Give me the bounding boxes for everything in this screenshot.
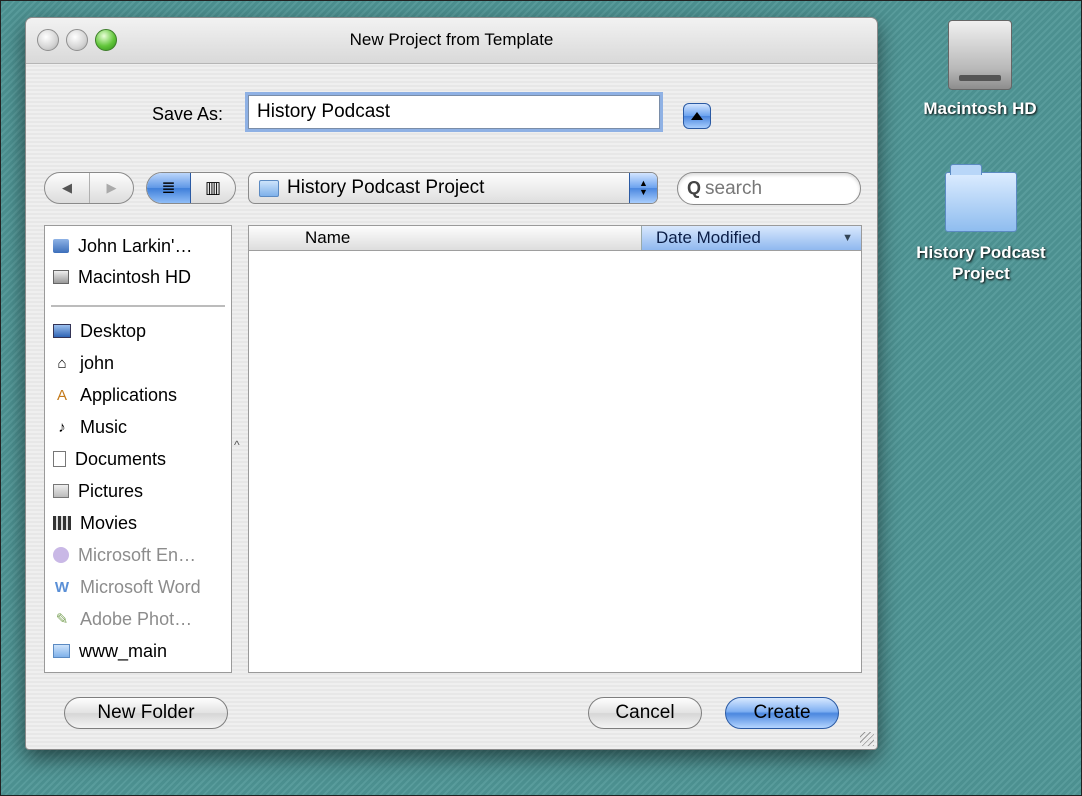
back-button[interactable]: ◀ [45, 173, 89, 203]
desktop-icon-macintosh-hd[interactable]: Macintosh HD [900, 20, 1060, 119]
sidebar-item-label: www_main [79, 640, 168, 661]
collapse-dialog-button[interactable] [683, 103, 711, 129]
folder-icon [259, 179, 279, 197]
sort-descending-icon: ▼ [842, 232, 853, 244]
microsoft-word-icon: W [54, 578, 70, 596]
sidebar-item-label: Microsoft En… [78, 544, 197, 565]
sidebar: John Larkin'… Macintosh HD Desktop ⌂ joh… [44, 225, 232, 673]
sidebar-item-documents[interactable]: Documents [53, 445, 166, 473]
sidebar-item-label: Music [80, 416, 128, 437]
folder-icon [945, 164, 1017, 232]
music-icon: ♪ [58, 418, 66, 436]
window-title: New Project from Template [349, 30, 554, 49]
documents-icon [53, 451, 66, 467]
movies-icon [53, 516, 71, 530]
desktop-icon-history-podcast-project[interactable]: History Podcast Project [895, 164, 1067, 284]
hard-drive-icon [948, 20, 1012, 90]
sidebar-item-label: john [80, 352, 115, 373]
sidebar-item-macintosh-hd[interactable]: Macintosh HD [53, 263, 191, 291]
current-folder-label: History Podcast Project [287, 177, 485, 198]
sidebar-item-www-main[interactable]: www_main [53, 637, 167, 665]
applications-icon: A [56, 386, 67, 404]
sidebar-item-computer[interactable]: John Larkin'… [53, 232, 193, 260]
adobe-photoshop-icon: ✎ [55, 611, 69, 628]
back-forward-control: ◀ ▶ [44, 172, 134, 204]
sidebar-item-label: Macintosh HD [78, 266, 192, 287]
column-header-label: Date Modified [656, 228, 761, 247]
search-placeholder: search [705, 177, 763, 199]
file-list[interactable]: Name Date Modified ▼ [248, 225, 862, 673]
sidebar-item-desktop[interactable]: Desktop [53, 317, 146, 345]
create-button[interactable]: Create [725, 697, 839, 729]
sidebar-item-label: John Larkin'… [78, 235, 193, 256]
sidebar-item-movies[interactable]: Movies [53, 509, 137, 537]
resize-grip[interactable] [860, 732, 874, 746]
column-view-icon: ▥ [204, 178, 222, 197]
sidebar-item-label: Microsoft Word [80, 576, 201, 597]
sidebar-item-microsoft-word[interactable]: W Microsoft Word [53, 573, 201, 601]
cancel-button[interactable]: Cancel [588, 697, 702, 729]
sidebar-item-label: Movies [80, 512, 138, 533]
microsoft-entourage-icon [53, 547, 69, 563]
sidebar-item-label: Pictures [78, 480, 144, 501]
search-icon: Q [687, 178, 702, 198]
sidebar-splitter-handle[interactable]: ^ [234, 438, 240, 452]
column-view-button[interactable]: ▥ [191, 173, 235, 203]
list-view-button[interactable]: ≣ [147, 173, 191, 203]
sidebar-item-home[interactable]: ⌂ john [53, 349, 114, 377]
sidebar-item-pictures[interactable]: Pictures [53, 477, 143, 505]
save-as-label: Save As: [152, 104, 224, 124]
sidebar-item-adobe-photoshop[interactable]: ✎ Adobe Phot… [53, 605, 192, 633]
desktop-icon-label: History Podcast Project [916, 243, 1046, 283]
list-view-icon: ≣ [161, 178, 176, 197]
column-header-name[interactable]: Name [305, 228, 350, 248]
popup-arrows-icon: ▲ ▼ [629, 173, 657, 203]
sidebar-item-label: Applications [80, 384, 178, 405]
sidebar-divider [51, 305, 225, 307]
desktop-icon [53, 324, 71, 338]
sidebar-item-applications[interactable]: A Applications [53, 381, 177, 409]
desktop-icon-label: Macintosh HD [923, 99, 1037, 118]
sidebar-item-microsoft-entourage[interactable]: Microsoft En… [53, 541, 196, 569]
save-as-input[interactable] [248, 95, 660, 129]
new-folder-button[interactable]: New Folder [64, 697, 228, 729]
back-arrow-icon: ◀ [62, 180, 72, 195]
sidebar-item-label: Desktop [80, 320, 147, 341]
sidebar-item-music[interactable]: ♪ Music [53, 413, 127, 441]
title-bar[interactable]: New Project from Template [26, 18, 877, 64]
forward-arrow-icon: ▶ [106, 180, 117, 195]
sidebar-item-label: Documents [75, 448, 167, 469]
view-mode-control: ≣ ▥ [146, 172, 236, 204]
folder-icon [53, 644, 70, 658]
home-icon: ⌂ [57, 354, 67, 372]
search-field[interactable]: Q search [677, 172, 861, 205]
location-popup[interactable]: History Podcast Project ▲ ▼ [248, 172, 658, 204]
sidebar-item-label: Adobe Phot… [80, 608, 193, 629]
save-dialog-window: New Project from Template Save As: ◀ ▶ ≣… [25, 17, 878, 750]
triangle-up-icon [691, 112, 703, 120]
hard-drive-icon [53, 270, 69, 284]
list-header: Name Date Modified ▼ [249, 226, 861, 251]
computer-icon [53, 239, 69, 253]
pictures-icon [53, 484, 69, 498]
column-header-date-modified[interactable]: Date Modified ▼ [641, 226, 861, 250]
forward-button[interactable]: ▶ [89, 173, 133, 203]
